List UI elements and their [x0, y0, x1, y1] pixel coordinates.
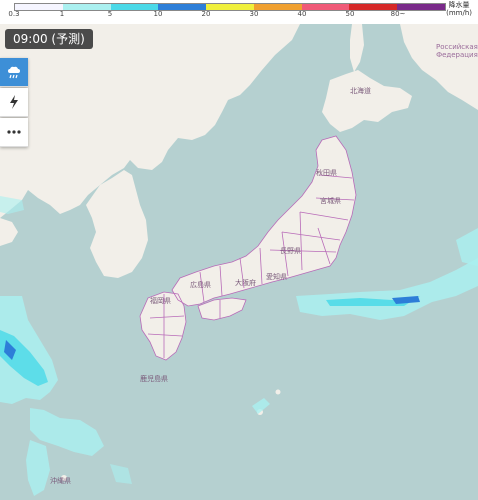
lightning-icon: [10, 95, 18, 109]
island: [275, 389, 281, 395]
label-russia-line2: Федерация: [436, 51, 478, 59]
legend-tick: 10: [153, 10, 163, 18]
label-kagoshima: 鹿児島県: [140, 375, 168, 383]
more-button[interactable]: [0, 118, 28, 147]
label-aichi: 愛知県: [266, 273, 287, 281]
legend-tick: 30: [249, 10, 259, 18]
legend-tick: 20: [201, 10, 211, 18]
precipitation-legend: 0.3 1 5 10 20 30 40 50 80~ 降水量 (mm/h): [0, 0, 478, 24]
label-akita: 秋田県: [316, 169, 337, 177]
legend-ticks: 0.3 1 5 10 20 30 40 50 80~: [0, 10, 440, 22]
map[interactable]: [0, 0, 478, 500]
lightning-layer-button[interactable]: [0, 88, 28, 117]
legend-tick: 50: [345, 10, 355, 18]
label-miyagi: 宮城県: [320, 197, 341, 205]
more-dots-icon: [7, 130, 21, 134]
label-okinawa: 沖縄県: [50, 477, 71, 485]
label-russia-line1: Российская: [436, 43, 478, 51]
forecast-time-badge: 09:00 (予測): [5, 29, 93, 49]
label-nagano: 長野県: [280, 247, 301, 255]
label-hiroshima: 広島県: [190, 281, 211, 289]
legend-tick: 80~: [390, 10, 406, 18]
legend-tick: 1: [59, 10, 65, 18]
legend-tick: 5: [107, 10, 113, 18]
legend-unit: 降水量 (mm/h): [446, 1, 472, 17]
label-hokkaido: 北海道: [350, 87, 371, 95]
rain-layer-button[interactable]: [0, 58, 28, 87]
rain-cloud-icon: [8, 66, 20, 79]
label-russia: Российская Федерация: [436, 43, 478, 59]
legend-tick: 40: [297, 10, 307, 18]
legend-unit-value: (mm/h): [446, 9, 472, 17]
label-fukuoka: 福岡県: [150, 297, 171, 305]
legend-unit-title: 降水量: [448, 1, 470, 9]
legend-tick: 0.3: [8, 10, 20, 18]
label-osaka: 大阪府: [235, 279, 256, 287]
